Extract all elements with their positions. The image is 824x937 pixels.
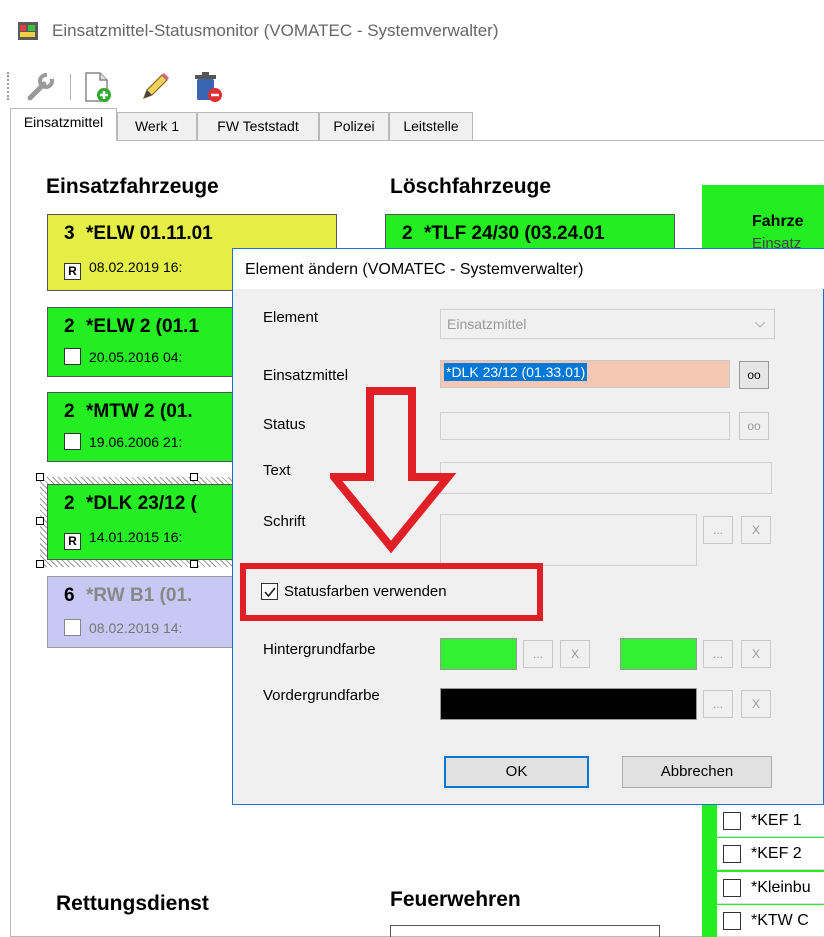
- hintergrundfarbe-swatch-1[interactable]: [440, 638, 517, 670]
- ok-button[interactable]: OK: [444, 756, 589, 788]
- schrift-label: Schrift: [263, 513, 306, 530]
- tab-fw-teststadt[interactable]: FW Teststadt: [197, 112, 319, 140]
- element-label: Element: [263, 309, 319, 326]
- list-item[interactable]: *KTW C: [717, 905, 824, 937]
- cancel-button[interactable]: Abbrechen: [622, 756, 772, 788]
- vordergrund-clear-button[interactable]: X: [741, 690, 771, 718]
- section-einsatzfahrzeuge: Einsatzfahrzeuge: [46, 175, 219, 198]
- new-document-icon[interactable]: [80, 70, 114, 104]
- status-date: 19.06.2006 21:: [89, 434, 183, 450]
- list-item-checkbox[interactable]: [723, 845, 741, 863]
- einsatzmittel-field[interactable]: *DLK 23/12 (01.33.01): [440, 360, 730, 388]
- status-number: 3: [64, 223, 75, 244]
- dialog-title: Element ändern (VOMATEC - Systemverwalte…: [245, 261, 584, 278]
- trash-delete-icon[interactable]: [190, 70, 224, 104]
- wrench-icon[interactable]: [22, 70, 56, 104]
- einsatzmittel-pick-button[interactable]: oo: [739, 361, 769, 389]
- vordergrundfarbe-swatch[interactable]: [440, 688, 697, 720]
- pencil-icon[interactable]: [138, 70, 172, 104]
- status-number: 2: [64, 316, 75, 337]
- vehicle-name: *TLF 24/30 (03.24.01: [424, 223, 605, 244]
- tab-einsatzmittel[interactable]: Einsatzmittel: [10, 108, 117, 141]
- list-item-label: *KEF 2: [751, 845, 802, 862]
- marker-box: [64, 433, 81, 450]
- annotation-highlight-box: [240, 563, 543, 621]
- schrift-preview: [440, 514, 697, 566]
- element-select[interactable]: Einsatzmittel: [440, 309, 775, 339]
- reserve-marker: R: [64, 263, 81, 280]
- list-item[interactable]: *Kleinbu: [717, 872, 824, 904]
- list-item-checkbox[interactable]: [723, 912, 741, 930]
- status-field[interactable]: [440, 412, 730, 440]
- einsatzmittel-value: *DLK 23/12 (01.33.01): [444, 363, 588, 381]
- feuerwehren-card[interactable]: [390, 925, 660, 937]
- toolbar: [0, 62, 824, 108]
- vehicle-name: *MTW 2 (01.: [86, 401, 193, 422]
- list-item[interactable]: *KEF 2: [717, 838, 824, 870]
- status-pick-button[interactable]: oo: [739, 412, 769, 440]
- schrift-clear-button[interactable]: X: [741, 516, 771, 544]
- schrift-choose-button[interactable]: ...: [703, 516, 733, 544]
- vordergrund-choose-button[interactable]: ...: [703, 690, 733, 718]
- status-date: 14.01.2015 16:: [89, 529, 183, 545]
- vordergrundfarbe-label: Vordergrundfarbe: [263, 687, 380, 704]
- element-select-value: Einsatzmittel: [447, 316, 527, 332]
- section-loeschfahrzeuge: Löschfahrzeuge: [390, 175, 552, 198]
- list-item-label: *KTW C: [751, 912, 809, 929]
- element-edit-dialog: Element ändern (VOMATEC - Systemverwalte…: [232, 248, 824, 805]
- vehicle-name: *ELW 2 (01.1: [86, 316, 199, 337]
- text-field[interactable]: [440, 462, 772, 494]
- hintergrund1-clear-button[interactable]: X: [560, 640, 590, 668]
- annotation-arrow: [330, 387, 457, 554]
- status-date: 20.05.2016 04:: [89, 349, 183, 365]
- marker-box: [64, 619, 81, 636]
- status-number: 2: [402, 223, 413, 244]
- vehicle-name: *DLK 23/12 (: [86, 493, 197, 514]
- hintergrund2-clear-button[interactable]: X: [741, 640, 771, 668]
- toolbar-separator: [70, 74, 71, 100]
- hintergrund2-choose-button[interactable]: ...: [703, 640, 733, 668]
- toolbar-grip[interactable]: [7, 72, 10, 100]
- hintergrund1-choose-button[interactable]: ...: [523, 640, 553, 668]
- resize-handle[interactable]: [36, 560, 44, 568]
- resize-handle[interactable]: [36, 473, 44, 481]
- window-title: Einsatzmittel-Statusmonitor (VOMATEC - S…: [52, 21, 499, 40]
- tab-polizei[interactable]: Polizei: [319, 112, 389, 140]
- resize-handle[interactable]: [190, 560, 198, 568]
- section-feuerwehren: Feuerwehren: [390, 888, 521, 911]
- chevron-down-icon: [754, 321, 766, 328]
- status-number: 2: [64, 401, 75, 422]
- status-date: 08.02.2019 14:: [89, 620, 183, 636]
- status-number: 6: [64, 585, 75, 606]
- section-rettungsdienst: Rettungsdienst: [56, 892, 209, 915]
- vehicle-name: *RW B1 (01.: [86, 585, 193, 606]
- marker-box: [64, 348, 81, 365]
- list-item-checkbox[interactable]: [723, 812, 741, 830]
- einsatzmittel-label: Einsatzmittel: [263, 367, 349, 384]
- list-item-label: *Kleinbu: [751, 879, 811, 896]
- list-item-label: *KEF 1: [751, 812, 802, 829]
- app-icon: [18, 22, 38, 40]
- tab-werk-1[interactable]: Werk 1: [117, 112, 197, 140]
- resize-handle[interactable]: [190, 473, 198, 481]
- vehicle-name: *ELW 01.11.01: [86, 223, 213, 244]
- reserve-marker: R: [64, 533, 81, 550]
- list-item[interactable]: *KEF 1: [717, 805, 824, 837]
- status-label: Status: [263, 416, 306, 433]
- hintergrundfarbe-swatch-2[interactable]: [620, 638, 697, 670]
- list-item-checkbox[interactable]: [723, 879, 741, 897]
- hintergrundfarbe-label: Hintergrundfarbe: [263, 641, 376, 658]
- tab-leitstelle[interactable]: Leitstelle: [389, 112, 473, 140]
- text-label: Text: [263, 462, 291, 479]
- status-date: 08.02.2019 16:: [89, 259, 183, 275]
- panel-header: Fahrze: [752, 213, 804, 230]
- status-number: 2: [64, 493, 75, 514]
- resize-handle[interactable]: [36, 517, 44, 525]
